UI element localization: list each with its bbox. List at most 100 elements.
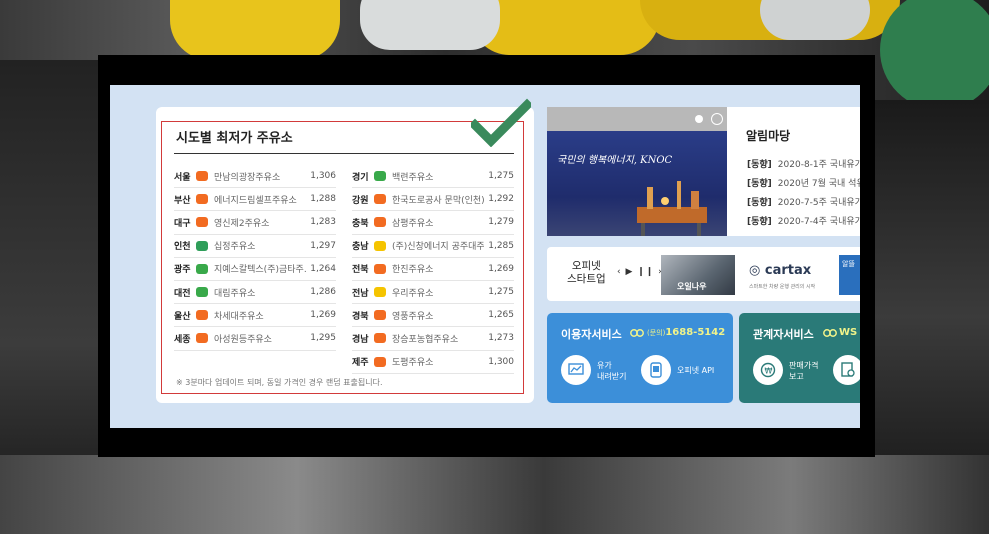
brand-logo-icon	[374, 217, 386, 228]
promo-banner[interactable]: 국민의 행복에너지, KNOC	[547, 107, 727, 236]
station-row[interactable]: 서울 만남의광장주유소 1,306	[174, 165, 336, 189]
price-report-label: 판매가격 보고	[789, 360, 818, 382]
station-price: 1,286	[310, 287, 336, 298]
station-row[interactable]: 제주 도평주유소 1,300	[352, 351, 514, 374]
notice-item[interactable]: [동향] 2020-7-5주 국내유가	[747, 195, 860, 208]
phone-api-icon	[650, 362, 662, 378]
brand-logo-icon	[374, 310, 386, 321]
station-name: (주)신창에너지 공주대주...	[392, 242, 484, 253]
alddeul-tile[interactable]: 알뜰	[839, 255, 860, 295]
download-price-button[interactable]	[561, 355, 591, 385]
yellow-nozzle	[170, 0, 340, 60]
station-row[interactable]: 인천 십정주유소 1,297	[174, 235, 336, 258]
station-row[interactable]: 부산 에너지드림셀프주유소 1,288	[174, 188, 336, 212]
cartax-logo: ◎ cartax	[749, 263, 812, 278]
metal-part	[760, 0, 870, 40]
download-price-label: 유가 내려받기	[597, 360, 626, 382]
green-handle	[880, 0, 989, 110]
notice-tag: [동향]	[747, 160, 772, 170]
station-name: 대림주유소	[214, 288, 256, 299]
cartax-title: cartax	[764, 263, 812, 278]
label-line: 유가	[597, 361, 612, 370]
station-row[interactable]: 충북 삼평주유소 1,279	[352, 211, 514, 235]
phone-value: 1688-5142	[665, 327, 726, 338]
cartax-tile[interactable]: ◎ cartax 스마트한 차량 운행 관리의 시작	[743, 255, 839, 295]
partner-service-box: 관계자서비스 WS ₩ 판매가격 보고	[739, 313, 860, 403]
brand-logo-icon	[196, 171, 208, 182]
station-price: 1,275	[488, 287, 514, 298]
brand-logo-icon	[374, 263, 386, 274]
label-line: 내려받기	[597, 372, 627, 381]
notice-item[interactable]: [동향] 2020년 7월 국내 석유	[747, 176, 860, 189]
region-label: 대구	[174, 218, 191, 229]
station-row[interactable]: 광주 지예스칼텍스(주)금타주... 1,264	[174, 258, 336, 281]
station-list-right: 경기 백련주유소 1,275 강원 한국도로공사 문막(인천)... 1,292 충북 삼평주…	[352, 165, 514, 374]
station-row[interactable]: 경기 백련주유소 1,275	[352, 165, 514, 189]
slide-indicator[interactable]	[695, 115, 703, 123]
station-name: 아성원등주유소	[214, 334, 272, 345]
station-price: 1,275	[488, 171, 514, 182]
region-label: 세종	[174, 334, 191, 345]
won-coin-icon: ₩	[760, 362, 776, 378]
region-label: 충북	[352, 218, 369, 229]
station-row[interactable]: 대구 영신제2주유소 1,283	[174, 211, 336, 235]
station-row[interactable]: 세종 아성원등주유소 1,295	[174, 327, 336, 351]
station-name: 만남의광장주유소	[214, 172, 281, 183]
station-price: 1,295	[310, 333, 336, 344]
notice-text: 2020년 7월 국내 석유	[777, 179, 860, 189]
region-label: 제주	[352, 358, 369, 369]
tile-label: 알뜰	[842, 260, 855, 268]
partner-strip: 오피넷 스타트업 ‹ ▶ ❙❙ › 오일나우 ◎ cartax 스마트한 차량 …	[547, 247, 860, 301]
station-price: 1,269	[310, 310, 336, 321]
station-name: 장승포농협주유소	[392, 334, 459, 345]
update-note: ※ 3분마다 업데이트 되며, 동일 가격인 경우 랜덤 표출됩니다.	[176, 378, 383, 387]
phone-number[interactable]: (문의)1688-5142	[647, 327, 725, 338]
brand-logo-icon	[374, 356, 386, 367]
tile-label: 오일나우	[677, 282, 707, 291]
region-label: 인천	[174, 242, 191, 253]
notice-item[interactable]: [동향] 2020-7-4주 국내유가	[747, 214, 860, 227]
region-label: 충남	[352, 242, 369, 253]
opinet-api-button[interactable]	[641, 355, 671, 385]
station-row[interactable]: 전남 우리주유소 1,275	[352, 281, 514, 305]
partner-link[interactable]: WS	[839, 327, 857, 338]
user-service-box: 이용자서비스 (문의)1688-5142 유가 내려받기 오피넷 API	[547, 313, 733, 403]
region-label: 강원	[352, 195, 369, 206]
price-report-button[interactable]: ₩	[753, 355, 783, 385]
region-label: 경북	[352, 311, 369, 322]
brand-logo-icon	[374, 194, 386, 205]
region-label: 전남	[352, 288, 369, 299]
station-row[interactable]: 강원 한국도로공사 문막(인천)... 1,292	[352, 188, 514, 212]
pause-icon[interactable]	[711, 113, 723, 125]
hose-area	[0, 455, 989, 534]
svg-text:₩: ₩	[765, 367, 773, 376]
document-button[interactable]	[833, 355, 860, 385]
station-name: 영풍주유소	[392, 311, 434, 322]
notice-text: 2020-8-1주 국내유가	[777, 160, 860, 170]
notice-tag: [동향]	[747, 198, 772, 208]
oilnow-tile[interactable]: 오일나우	[661, 255, 735, 295]
station-price: 1,269	[488, 263, 514, 274]
notice-tag: [동향]	[747, 217, 772, 227]
station-row[interactable]: 대전 대림주유소 1,286	[174, 281, 336, 305]
station-row[interactable]: 경북 영풍주유소 1,265	[352, 304, 514, 328]
brand-logo-icon	[196, 240, 208, 251]
region-label: 부산	[174, 195, 191, 206]
title-divider	[174, 153, 514, 154]
station-row[interactable]: 충남 (주)신창에너지 공주대주... 1,285	[352, 235, 514, 258]
carousel-controls[interactable]: ‹ ▶ ❙❙ ›	[617, 267, 663, 277]
notice-item[interactable]: [동향] 2020-8-1주 국내유가	[747, 157, 860, 170]
brand-logo-icon	[196, 287, 208, 298]
partner-service-title: 관계자서비스	[753, 328, 814, 341]
station-name: 지예스칼텍스(주)금타주...	[214, 265, 306, 276]
station-row[interactable]: 경남 장승포농협주유소 1,273	[352, 327, 514, 351]
station-row[interactable]: 울산 차세대주유소 1,269	[174, 304, 336, 328]
metal-part	[360, 0, 500, 50]
region-label: 전북	[352, 265, 369, 276]
brand-logo-icon	[196, 263, 208, 274]
station-name: 도평주유소	[392, 358, 434, 369]
strip-label-line: 스타트업	[567, 273, 606, 285]
station-name: 우리주유소	[392, 288, 434, 299]
brand-logo-icon	[196, 333, 208, 344]
station-row[interactable]: 전북 한진주유소 1,269	[352, 258, 514, 281]
